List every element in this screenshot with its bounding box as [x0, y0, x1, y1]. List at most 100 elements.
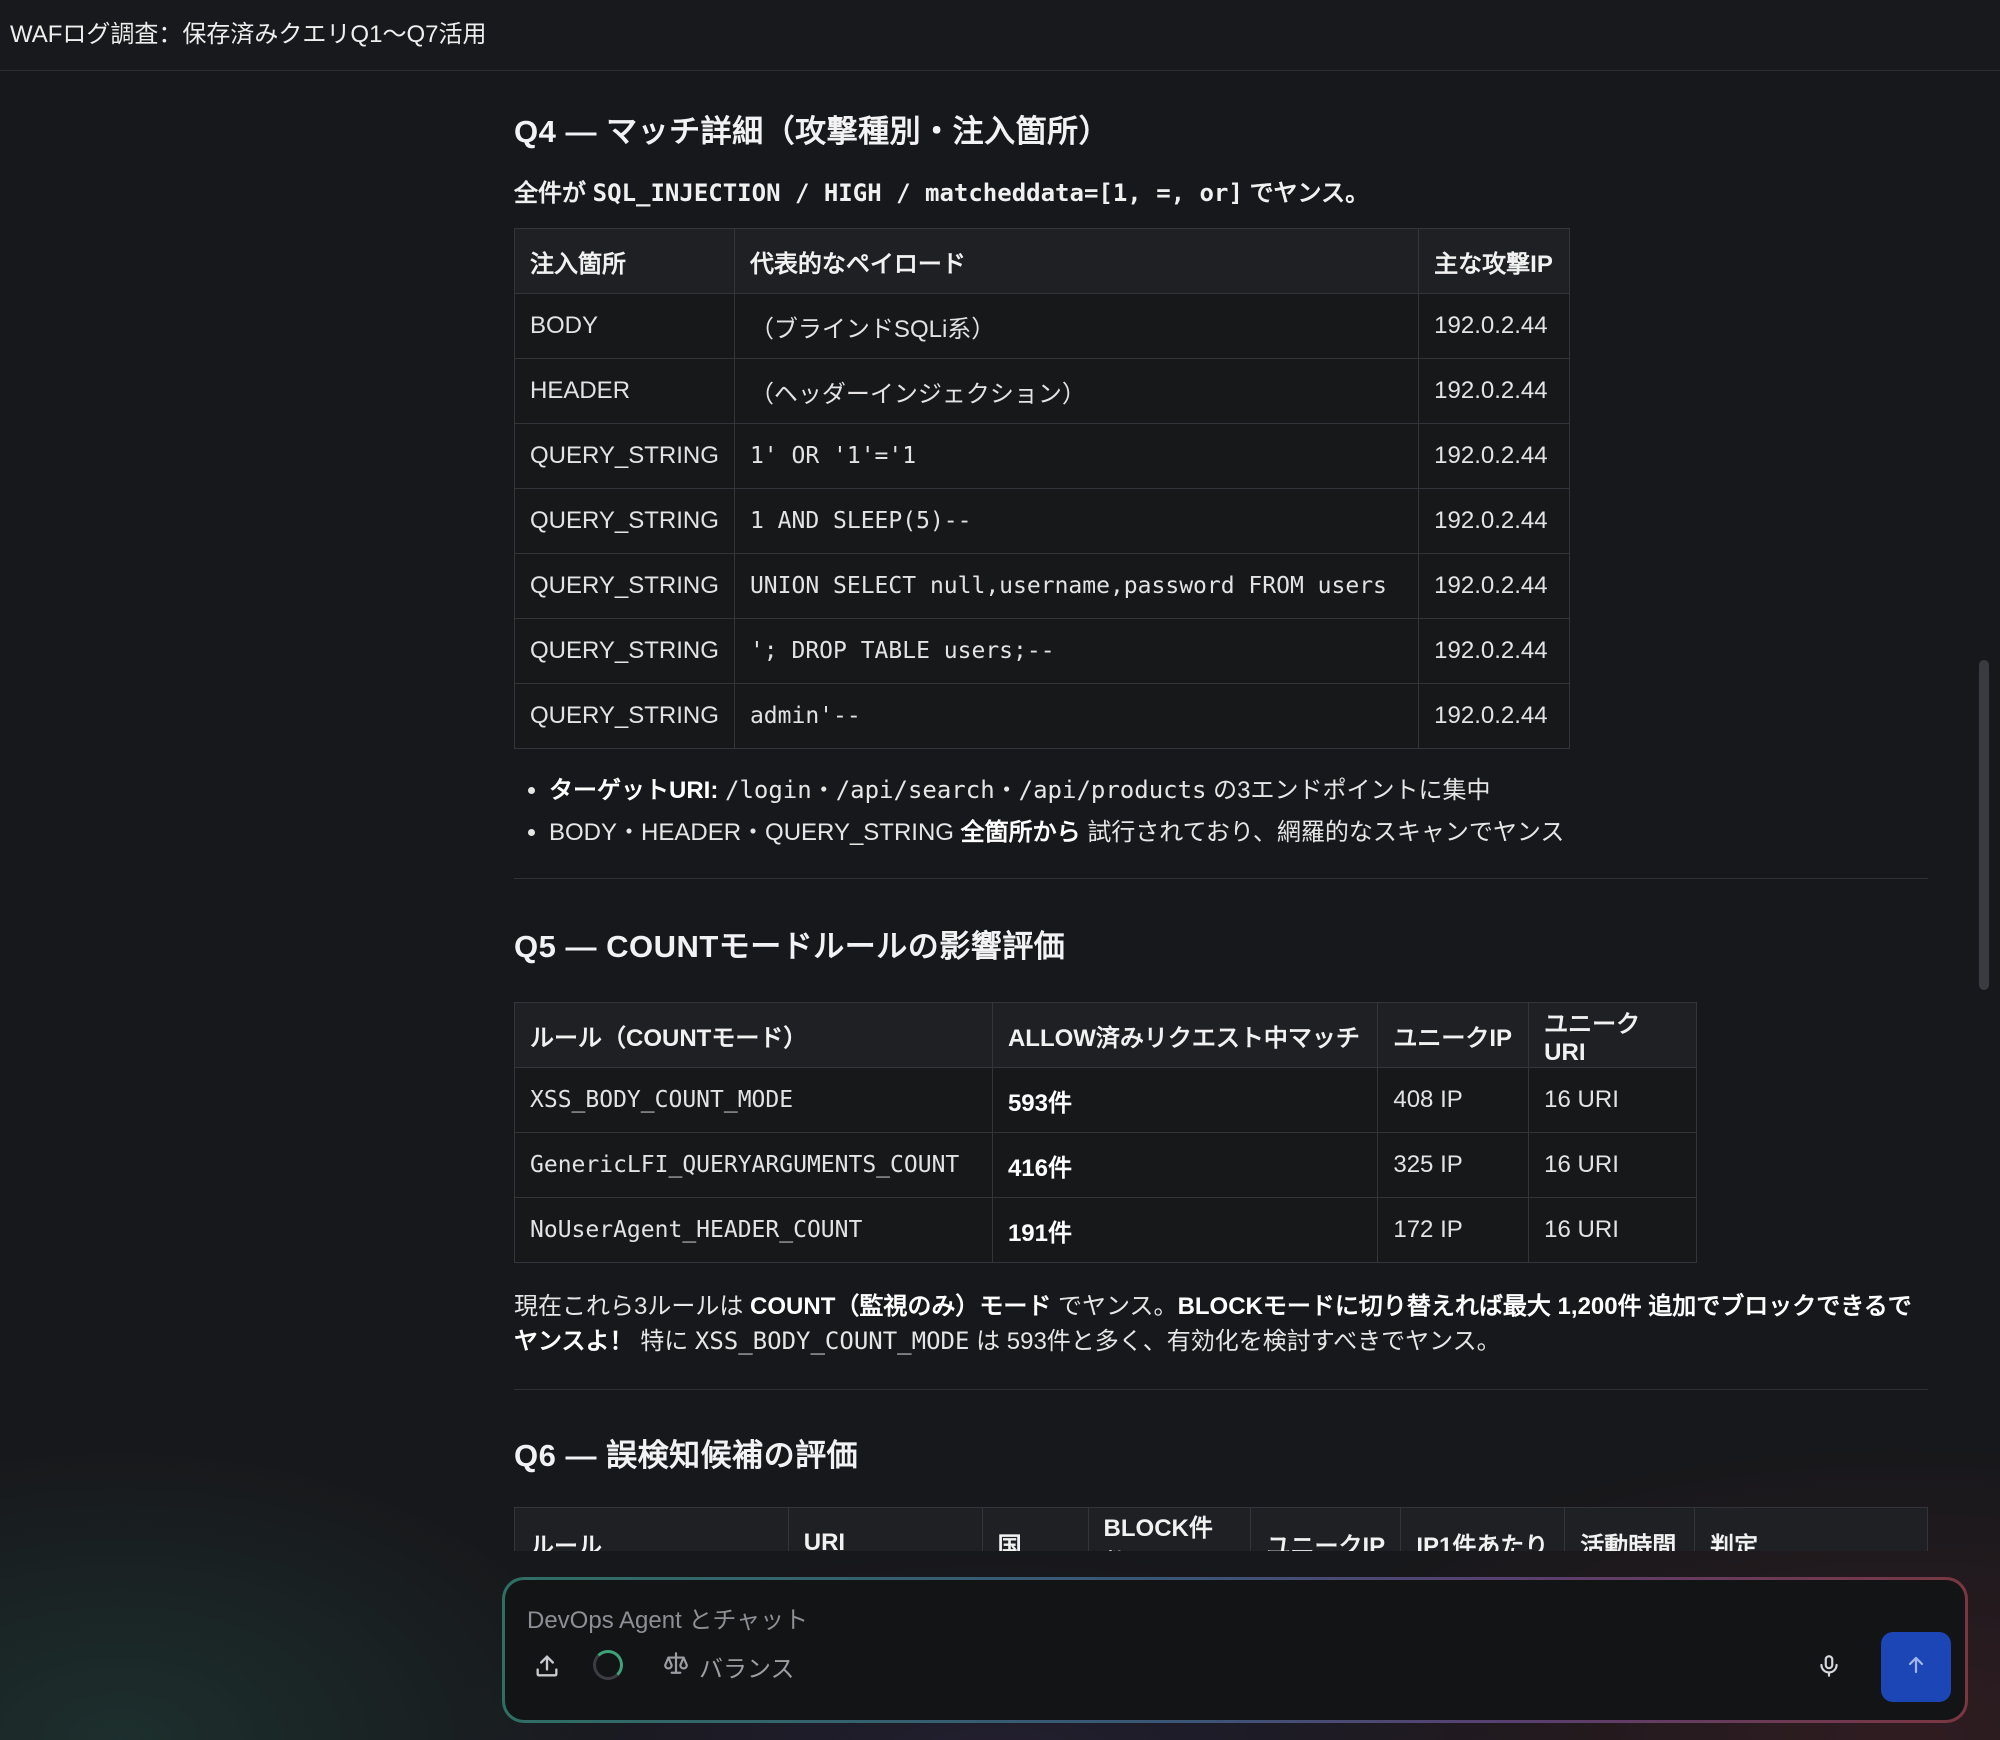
match-count-cell: 416件 [991, 1132, 1379, 1198]
separator: ・ [994, 777, 1019, 804]
payload-cell: '; DROP TABLE users;-- [733, 618, 1420, 684]
window-title: WAFログ調査：保存済みクエリQ1〜Q7活用 [10, 21, 487, 48]
q4-bullets: ターゲットURI: /login・/api/search・/api/produc… [514, 769, 1928, 854]
q6-heading: Q6 — 誤検知候補の評価 [514, 1438, 859, 1473]
match-count-value: 593件 [1007, 1089, 1072, 1117]
attack-ip-cell: 192.0.2.44 [1418, 293, 1570, 359]
rule-name-cell: NoUserAgent_HEADER_COUNT [514, 1197, 993, 1263]
table-row: QUERY_STRING 1' OR '1'='1 192.0.2.44 [514, 423, 1570, 489]
bullet-bold: 全箇所から [960, 819, 1081, 846]
column-header: ユニークIP [1250, 1507, 1402, 1551]
list-item: BODY・HEADER・QUERY_STRING 全箇所から 試行されており、網… [549, 812, 1928, 854]
upload-icon[interactable] [527, 1646, 567, 1686]
attack-ip-cell: 192.0.2.44 [1418, 488, 1570, 554]
match-count-cell: 191件 [991, 1197, 1379, 1263]
match-count-cell: 593件 [991, 1067, 1379, 1133]
table-header-row: ルール URI 国 BLOCK件数 ユニークIP IP1件あたり 活動時間 判定 [514, 1507, 1928, 1551]
payload-cell: admin'-- [733, 683, 1420, 749]
unique-uri-cell: 16 URI [1528, 1132, 1697, 1198]
note-bold: COUNT（監視のみ）モード [750, 1293, 1052, 1320]
match-count-value: 416件 [1007, 1154, 1072, 1182]
balance-mode-label: バランス [699, 1655, 795, 1683]
note-text: は 593件と多く、有効化を検討すべきでヤンス。 [976, 1328, 1501, 1355]
title-bar: WAFログ調査：保存済みクエリQ1〜Q7活用 [0, 0, 2000, 71]
injection-point-cell: QUERY_STRING [514, 488, 735, 554]
q5-heading: Q5 — COUNTモードルールの影響評価 [514, 929, 1066, 964]
table-row: HEADER （ヘッダーインジェクション） 192.0.2.44 [514, 358, 1570, 424]
bullet-text: の3エンドポイントに集中 [1213, 777, 1491, 804]
column-header: 判定 [1694, 1507, 1928, 1551]
unique-uri-cell: 16 URI [1528, 1197, 1697, 1263]
unique-ip-cell: 325 IP [1377, 1132, 1530, 1198]
q4-subtitle-code: SQL_INJECTION / HIGH / matcheddata=[1, =… [592, 179, 1243, 207]
note-text: でヤンス。 [1058, 1293, 1178, 1320]
payload-cell: UNION SELECT null,username,password FROM… [733, 553, 1420, 619]
table-row: BODY （ブラインドSQLi系） 192.0.2.44 [514, 293, 1570, 359]
attack-ip-cell: 192.0.2.44 [1418, 683, 1570, 749]
q4-heading: Q4 — マッチ詳細（攻撃種別・注入箇所） [514, 114, 1111, 149]
target-uri-label: ターゲットURI: [549, 777, 719, 804]
chat-input-box[interactable]: DevOps Agent とチャット バランス [502, 1577, 1968, 1723]
column-header: 代表的なペイロード [733, 228, 1420, 294]
arrow-up-icon [1904, 1653, 1928, 1682]
note-text: 現在これら3ルールは [514, 1293, 744, 1320]
column-header: URI [787, 1507, 983, 1551]
unique-ip-cell: 172 IP [1377, 1197, 1530, 1263]
balance-scale-icon [663, 1650, 689, 1683]
column-header: ユニークURI [1528, 1002, 1697, 1068]
q6-table-clip: ルール URI 国 BLOCK件数 ユニークIP IP1件あたり 活動時間 判定 [514, 1507, 1928, 1551]
section-divider [514, 1389, 1928, 1390]
section-divider [514, 878, 1928, 879]
uri-code: /api/products [1018, 776, 1207, 804]
payload-cell: （ブラインドSQLi系） [733, 293, 1420, 359]
payload-cell: （ヘッダーインジェクション） [733, 358, 1420, 424]
column-header: ユニークIP [1377, 1002, 1530, 1068]
injection-point-cell: QUERY_STRING [514, 618, 735, 684]
scrollbar-thumb[interactable] [1979, 660, 1989, 990]
note-text: 特に [640, 1328, 689, 1355]
unique-uri-cell: 16 URI [1528, 1067, 1697, 1133]
q4-subtitle: 全件が SQL_INJECTION / HIGH / matcheddata=[… [514, 173, 1928, 208]
table-row: NoUserAgent_HEADER_COUNT 191件 172 IP 16 … [514, 1197, 1697, 1263]
q6-table: ルール URI 国 BLOCK件数 ユニークIP IP1件あたり 活動時間 判定 [514, 1507, 1928, 1551]
column-header: ALLOW済みリクエスト中マッチ [991, 1002, 1379, 1068]
q4-subtitle-suffix: でヤンス。 [1249, 180, 1370, 207]
table-row: QUERY_STRING 1 AND SLEEP(5)-- 192.0.2.44 [514, 488, 1570, 554]
microphone-icon[interactable] [1809, 1646, 1849, 1686]
column-header: ルール [514, 1507, 789, 1551]
column-header: BLOCK件数 [1087, 1507, 1252, 1551]
rule-name-cell: GenericLFI_QUERYARGUMENTS_COUNT [514, 1132, 993, 1198]
balance-mode-button[interactable]: バランス [663, 1644, 795, 1688]
spinner-icon [593, 1650, 623, 1680]
attack-ip-cell: 192.0.2.44 [1418, 618, 1570, 684]
chat-toolbar: バランス [505, 1632, 1965, 1702]
send-button[interactable] [1881, 1632, 1951, 1702]
injection-point-cell: QUERY_STRING [514, 683, 735, 749]
unique-ip-cell: 408 IP [1377, 1067, 1530, 1133]
injection-point-cell: HEADER [514, 358, 735, 424]
q5-table: ルール（COUNTモード） ALLOW済みリクエスト中マッチ ユニークIP ユニ… [514, 1002, 1697, 1263]
message-content: Q4 — マッチ詳細（攻撃種別・注入箇所） 全件が SQL_INJECTION … [514, 70, 1928, 1551]
column-header: 活動時間 [1564, 1507, 1696, 1551]
uri-code: /api/search [835, 776, 995, 804]
column-header: 注入箇所 [514, 228, 735, 294]
chat-input[interactable]: DevOps Agent とチャット [527, 1600, 808, 1635]
payload-cell: 1' OR '1'='1 [733, 423, 1420, 489]
table-row: QUERY_STRING UNION SELECT null,username,… [514, 553, 1570, 619]
table-header-row: 注入箇所 代表的なペイロード 主な攻撃IP [514, 228, 1570, 294]
rule-name-cell: XSS_BODY_COUNT_MODE [514, 1067, 993, 1133]
injection-point-cell: BODY [514, 293, 735, 359]
bullet-text: BODY・HEADER・QUERY_STRING [549, 819, 954, 846]
q4-table: 注入箇所 代表的なペイロード 主な攻撃IP BODY （ブラインドSQLi系） … [514, 228, 1570, 749]
q5-note: 現在これら3ルールは COUNT（監視のみ）モード でヤンス。BLOCKモードに… [514, 1289, 1928, 1359]
table-header-row: ルール（COUNTモード） ALLOW済みリクエスト中マッチ ユニークIP ユニ… [514, 1002, 1697, 1068]
attack-ip-cell: 192.0.2.44 [1418, 423, 1570, 489]
attack-ip-cell: 192.0.2.44 [1418, 553, 1570, 619]
table-row: GenericLFI_QUERYARGUMENTS_COUNT 416件 325… [514, 1132, 1697, 1198]
injection-point-cell: QUERY_STRING [514, 553, 735, 619]
table-row: QUERY_STRING admin'-- 192.0.2.44 [514, 683, 1570, 749]
column-header: 主な攻撃IP [1418, 228, 1570, 294]
separator: ・ [811, 777, 836, 804]
injection-point-cell: QUERY_STRING [514, 423, 735, 489]
payload-cell: 1 AND SLEEP(5)-- [733, 488, 1420, 554]
